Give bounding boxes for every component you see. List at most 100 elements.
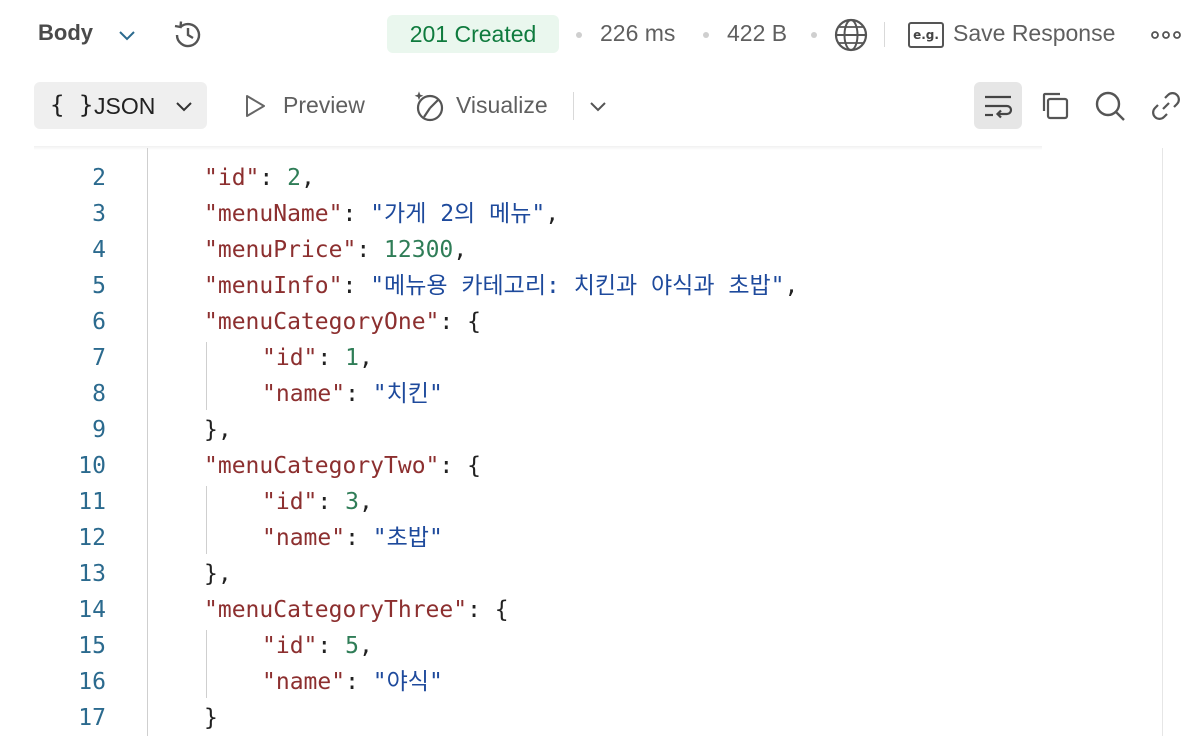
json-string: "야식" (372, 669, 443, 695)
chevron-down-icon[interactable] (588, 96, 608, 121)
line-number: 13 (78, 561, 106, 587)
editor-right-border (1162, 148, 1163, 736)
code-content: "id": 2, (204, 160, 315, 196)
json-punct: , (784, 273, 799, 299)
code-content: }, (204, 412, 232, 448)
line-number: 14 (78, 597, 106, 623)
code-content: "name": "치킨" (262, 376, 443, 412)
code-line: 2 "id": 2, (34, 160, 1162, 196)
json-string: "메뉴용 카테고리: 치킨과 야식과 초밥" (370, 273, 785, 299)
json-key: "menuCategoryThree" (204, 597, 468, 623)
json-punct: : (259, 165, 288, 191)
separator-dot (811, 32, 817, 38)
code-line: 7 "id": 1, (34, 340, 1162, 376)
json-punct: } (204, 705, 218, 731)
separator-dot (576, 32, 582, 38)
chevron-down-icon (174, 96, 194, 121)
json-number: 3 (345, 489, 359, 515)
json-punct: : (342, 273, 371, 299)
body-tab-label[interactable]: Body (38, 20, 93, 46)
visualize-icon[interactable] (412, 89, 446, 128)
json-punct: : { (439, 309, 481, 335)
code-line: 5 "menuInfo": "메뉴용 카테고리: 치킨과 야식과 초밥", (34, 268, 1162, 304)
code-line: 10 "menuCategoryTwo": { (34, 448, 1162, 484)
format-dropdown[interactable]: { } JSON (34, 82, 207, 129)
code-line: 9}, (34, 412, 1162, 448)
more-options-icon[interactable] (1151, 28, 1181, 46)
response-size[interactable]: 422 B (727, 20, 787, 47)
code-line: 4 "menuPrice": 12300, (34, 232, 1162, 268)
response-time[interactable]: 226 ms (600, 20, 675, 47)
json-punct: : (345, 381, 373, 407)
json-key: "menuPrice" (204, 237, 357, 263)
line-number: 9 (92, 417, 106, 443)
json-number: 12300 (384, 237, 454, 263)
json-key: "menuInfo" (204, 273, 343, 299)
json-punct: , (453, 237, 468, 263)
json-key: "menuCategoryOne" (204, 309, 440, 335)
json-punct: : { (467, 597, 509, 623)
history-icon[interactable] (171, 18, 205, 57)
json-punct: , (358, 489, 373, 515)
code-line: 14 "menuCategoryThree": { (34, 592, 1162, 628)
code-content: "id": 1, (262, 340, 373, 376)
format-label: JSON (94, 93, 156, 119)
json-punct: : { (439, 453, 481, 479)
visualize-tab[interactable]: Visualize (456, 92, 548, 119)
json-punct: }, (204, 417, 232, 443)
json-punct: , (358, 345, 373, 371)
search-icon[interactable] (1093, 89, 1127, 128)
code-content: "menuInfo": "메뉴용 카테고리: 치킨과 야식과 초밥", (204, 268, 798, 304)
link-icon[interactable] (1150, 90, 1182, 127)
indent-guide (206, 630, 207, 698)
line-number: 6 (92, 309, 106, 335)
code-line: 6 "menuCategoryOne": { (34, 304, 1162, 340)
json-key: "name" (262, 525, 346, 551)
code-content: "name": "초밥" (262, 520, 443, 556)
json-number: 2 (287, 165, 301, 191)
code-content: }, (204, 556, 232, 592)
code-line: 3 "menuName": "가게 2의 메뉴", (34, 196, 1162, 232)
code-content: "id": 5, (262, 628, 373, 664)
json-punct: : (356, 237, 385, 263)
play-icon[interactable] (242, 93, 268, 124)
save-response-button[interactable]: Save Response (953, 20, 1115, 47)
json-number: 5 (345, 633, 359, 659)
separator-dot (703, 32, 709, 38)
json-punct: }, (204, 561, 232, 587)
response-body-editor[interactable]: 2 "id": 2, 3 "menuName": "가게 2의 메뉴", 4 "menuP… (34, 148, 1162, 736)
divider (573, 92, 574, 120)
json-key: "id" (262, 633, 318, 659)
code-content: } (204, 700, 218, 736)
json-string: "초밥" (372, 525, 443, 551)
code-line: 17} (34, 700, 1162, 736)
json-string: "치킨" (372, 381, 443, 407)
globe-icon[interactable] (833, 17, 869, 58)
wrap-lines-button[interactable] (974, 82, 1022, 129)
code-content: "menuName": "가게 2의 메뉴", (204, 196, 559, 232)
json-punct: : (345, 525, 373, 551)
json-key: "id" (204, 165, 260, 191)
status-badge[interactable]: 201 Created (387, 15, 559, 53)
line-number: 4 (92, 237, 106, 263)
json-punct: : (317, 489, 346, 515)
code-content: "menuCategoryTwo": { (204, 448, 481, 484)
braces-icon: { } (50, 91, 94, 119)
code-line: 16 "name": "야식" (34, 664, 1162, 700)
preview-tab[interactable]: Preview (283, 92, 365, 119)
json-key: "menuCategoryTwo" (204, 453, 440, 479)
json-key: "menuName" (204, 201, 343, 227)
line-number: 3 (92, 201, 106, 227)
code-line: 12 "name": "초밥" (34, 520, 1162, 556)
code-line: 15 "id": 5, (34, 628, 1162, 664)
code-content: "menuCategoryOne": { (204, 304, 481, 340)
line-number: 7 (92, 345, 106, 371)
wrap-lines-icon (983, 92, 1013, 125)
copy-icon[interactable] (1039, 90, 1071, 127)
code-content: "name": "야식" (262, 664, 443, 700)
line-number: 12 (78, 525, 106, 551)
example-icon[interactable]: e.g. (908, 22, 944, 48)
json-punct: , (358, 633, 373, 659)
chevron-down-icon[interactable] (116, 24, 138, 51)
code-line: 8 "name": "치킨" (34, 376, 1162, 412)
